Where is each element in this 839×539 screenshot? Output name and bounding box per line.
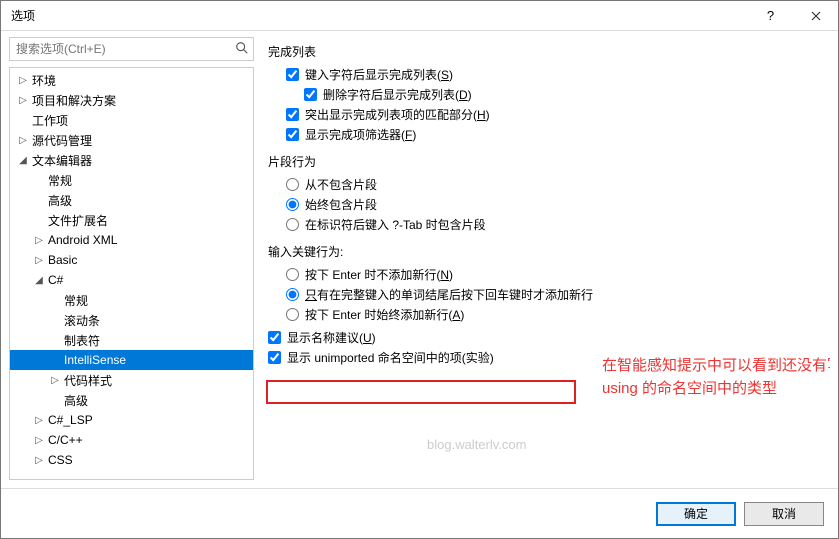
tree-node-android-xml[interactable]: ▷Android XML: [10, 230, 253, 250]
opt-show-after-delete[interactable]: 删除字符后显示完成列表(D): [304, 86, 824, 103]
radio-tab-include[interactable]: 在标识符后键入 ?-Tab 时包含片段: [286, 216, 824, 233]
radio-enter-always-newline[interactable]: 按下 Enter 时始终添加新行(A): [286, 306, 824, 323]
tree-node--[interactable]: 制表符: [10, 330, 253, 350]
opt-show-filters[interactable]: 显示完成项筛选器(F): [286, 126, 824, 143]
tree-node--[interactable]: ▷环境: [10, 70, 253, 90]
checkbox[interactable]: [268, 351, 281, 364]
opt-highlight-matching[interactable]: 突出显示完成列表项的匹配部分(H): [286, 106, 824, 123]
annotation-text: 在智能感知提示中可以看到还没有写 using 的命名空间中的类型: [602, 355, 830, 400]
tree-node-intellisense[interactable]: IntelliSense: [10, 350, 253, 370]
watermark: blog.walterlv.com: [427, 437, 526, 452]
tree-node-label: 文件扩展名: [46, 212, 108, 229]
radio-enter-on-full-word[interactable]: 只有在完整键入的单词结尾后按下回车键时才添加新行: [286, 286, 824, 303]
tree-node--[interactable]: 滚动条: [10, 310, 253, 330]
tree-node-label: 常规: [46, 172, 72, 189]
group-completion-list: 完成列表: [268, 43, 824, 60]
tree-node-basic[interactable]: ▷Basic: [10, 250, 253, 270]
chevron-right-icon[interactable]: ▷: [32, 455, 46, 466]
tree-node-label: CSS: [46, 453, 73, 467]
chevron-right-icon[interactable]: ▷: [16, 95, 30, 106]
radio[interactable]: [286, 178, 299, 191]
opt-show-name-suggestions[interactable]: 显示名称建议(U): [268, 329, 824, 346]
annotation-highlight-box: [266, 380, 576, 404]
chevron-right-icon[interactable]: ▷: [32, 415, 46, 426]
search-input[interactable]: [10, 38, 253, 60]
tree-node-label: 工作项: [30, 112, 68, 129]
window-title: 选项: [11, 7, 748, 24]
ok-button[interactable]: 确定: [656, 502, 736, 526]
tree-scroll[interactable]: ▷环境▷项目和解决方案工作项▷源代码管理◢文本编辑器常规高级文件扩展名▷Andr…: [9, 67, 254, 480]
tree-node-label: 制表符: [62, 332, 100, 349]
tree-node--[interactable]: ▷项目和解决方案: [10, 90, 253, 110]
tree-node-label: Basic: [46, 253, 77, 267]
tree-node-label: 代码样式: [62, 372, 112, 389]
radio-always-include[interactable]: 始终包含片段: [286, 196, 824, 213]
tree-node--[interactable]: 常规: [10, 290, 253, 310]
chevron-down-icon[interactable]: ◢: [16, 155, 30, 166]
tree-node-css[interactable]: ▷CSS: [10, 450, 253, 470]
chevron-right-icon[interactable]: ▷: [32, 235, 46, 246]
radio[interactable]: [286, 218, 299, 231]
checkbox[interactable]: [268, 331, 281, 344]
radio[interactable]: [286, 268, 299, 281]
tree-node-c-[interactable]: ◢C#: [10, 270, 253, 290]
tree-node-label: 高级: [62, 392, 88, 409]
checkbox[interactable]: [286, 108, 299, 121]
tree-node--[interactable]: 工作项: [10, 110, 253, 130]
radio[interactable]: [286, 198, 299, 211]
chevron-right-icon[interactable]: ▷: [16, 75, 30, 86]
tree-node-label: 源代码管理: [30, 132, 92, 149]
search-icon: [235, 41, 249, 55]
radio[interactable]: [286, 288, 299, 301]
close-button[interactable]: [793, 1, 838, 31]
chevron-right-icon[interactable]: ▷: [48, 375, 62, 386]
tree-node-label: Android XML: [46, 233, 117, 247]
tree-node--[interactable]: 高级: [10, 190, 253, 210]
tree-node-label: C/C++: [46, 433, 83, 447]
search-box[interactable]: [9, 37, 254, 61]
tree-node-label: 常规: [62, 292, 88, 309]
checkbox[interactable]: [286, 68, 299, 81]
chevron-down-icon[interactable]: ◢: [32, 275, 46, 286]
options-dialog: 选项 ? ▷环境▷项目和解决方案工作项▷源代码管理◢文本编辑器常规高级文件扩展名…: [0, 0, 839, 539]
tree-node--[interactable]: ▷源代码管理: [10, 130, 253, 150]
tree-node-label: 文本编辑器: [30, 152, 92, 169]
tree-node--[interactable]: 高级: [10, 390, 253, 410]
tree-node--[interactable]: ▷代码样式: [10, 370, 253, 390]
category-tree: ▷环境▷项目和解决方案工作项▷源代码管理◢文本编辑器常规高级文件扩展名▷Andr…: [10, 68, 253, 472]
group-enter-behavior: 输入关键行为:: [268, 243, 824, 260]
tree-node-label: IntelliSense: [62, 353, 126, 367]
tree-node-label: C#_LSP: [46, 413, 93, 427]
help-button[interactable]: ?: [748, 1, 793, 31]
settings-panel: 完成列表 键入字符后显示完成列表(S) 删除字符后显示完成列表(D) 突出显示完…: [262, 37, 830, 480]
tree-node-label: 环境: [30, 72, 56, 89]
radio-enter-no-newline[interactable]: 按下 Enter 时不添加新行(N): [286, 266, 824, 283]
tree-node-c-c-[interactable]: ▷C/C++: [10, 430, 253, 450]
left-panel: ▷环境▷项目和解决方案工作项▷源代码管理◢文本编辑器常规高级文件扩展名▷Andr…: [9, 37, 254, 480]
tree-node--[interactable]: 常规: [10, 170, 253, 190]
radio[interactable]: [286, 308, 299, 321]
checkbox[interactable]: [286, 128, 299, 141]
dialog-footer: 确定 取消: [1, 488, 838, 538]
tree-node--[interactable]: ◢文本编辑器: [10, 150, 253, 170]
radio-never-include[interactable]: 从不包含片段: [286, 176, 824, 193]
tree-node-label: C#: [46, 273, 63, 287]
tree-node-label: 项目和解决方案: [30, 92, 116, 109]
tree-node-c-lsp[interactable]: ▷C#_LSP: [10, 410, 253, 430]
chevron-right-icon[interactable]: ▷: [16, 135, 30, 146]
checkbox[interactable]: [304, 88, 317, 101]
titlebar: 选项 ?: [1, 1, 838, 31]
chevron-right-icon[interactable]: ▷: [32, 435, 46, 446]
group-snippet-behavior: 片段行为: [268, 153, 824, 170]
tree-node--[interactable]: 文件扩展名: [10, 210, 253, 230]
cancel-button[interactable]: 取消: [744, 502, 824, 526]
tree-node-label: 高级: [46, 192, 72, 209]
opt-show-after-typing[interactable]: 键入字符后显示完成列表(S): [286, 66, 824, 83]
tree-node-label: 滚动条: [62, 312, 100, 329]
chevron-right-icon[interactable]: ▷: [32, 255, 46, 266]
